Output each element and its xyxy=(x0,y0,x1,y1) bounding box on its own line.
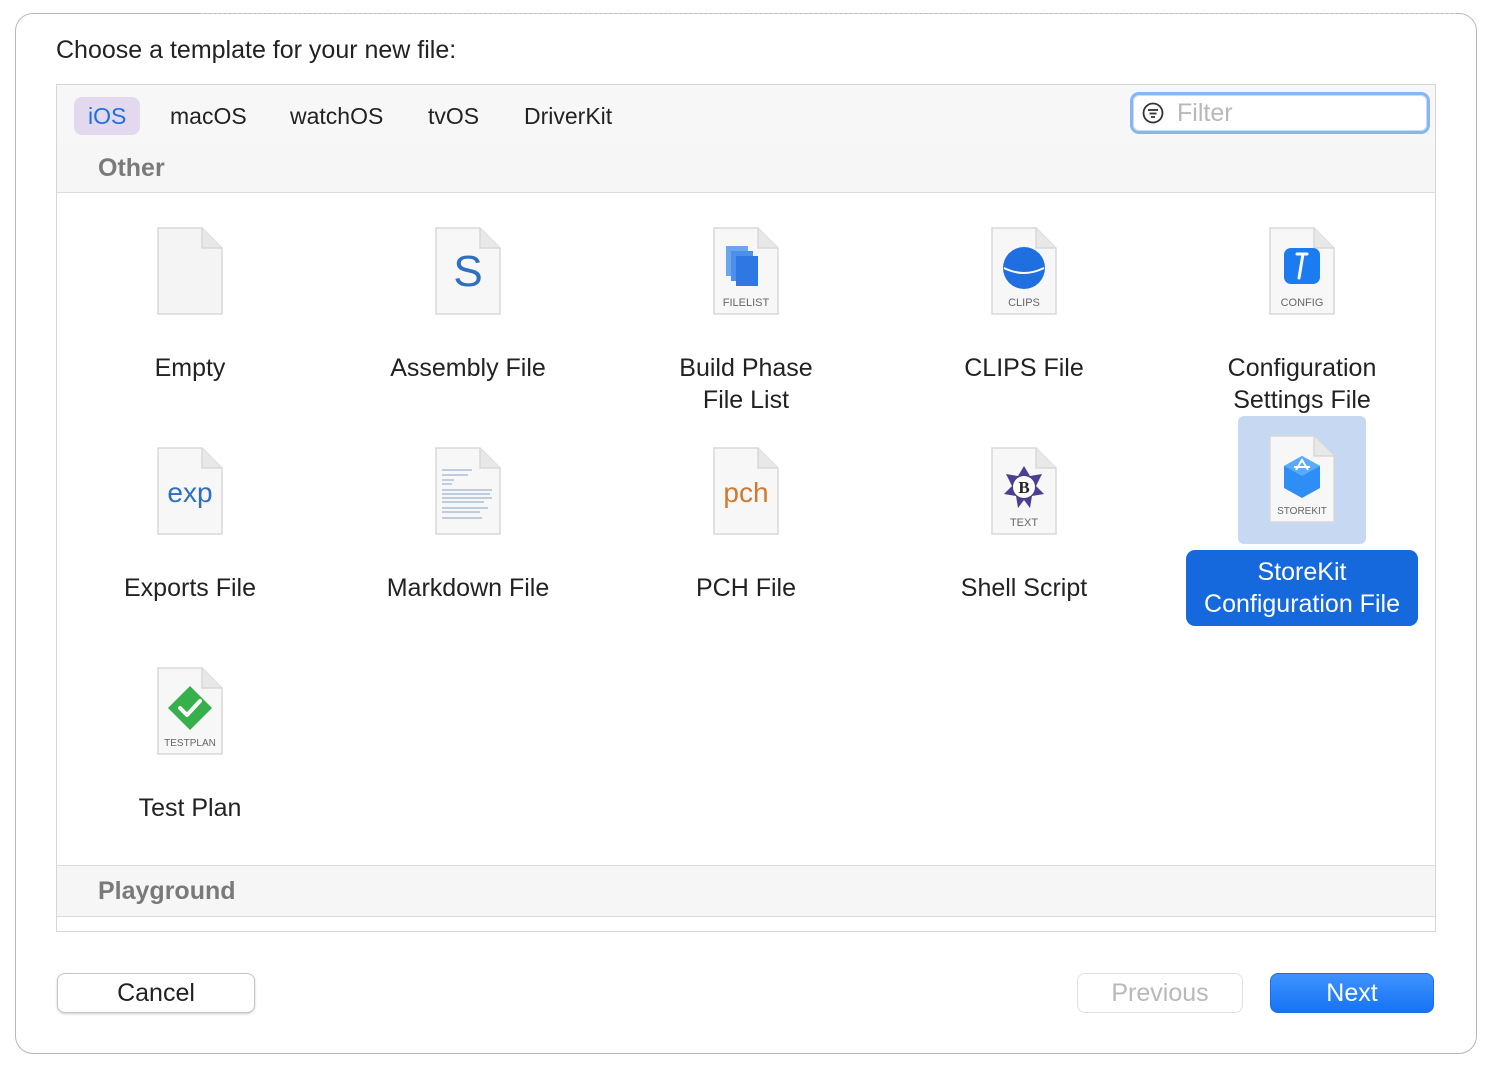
template-label: Markdown File xyxy=(386,574,550,602)
svg-text:CONFIG: CONFIG xyxy=(1281,297,1324,309)
template-label-selected: StoreKit Configuration File xyxy=(1186,550,1418,626)
dialog-heading: Choose a template for your new file: xyxy=(56,36,457,64)
template-clips-file[interactable]: CLIPS CLIPS File xyxy=(894,208,1154,428)
tab-tvos[interactable]: tvOS xyxy=(414,97,493,135)
template-label: PCH File xyxy=(695,574,797,602)
platform-tab-bar: iOS macOS watchOS tvOS DriverKit Filter xyxy=(57,85,1435,144)
svg-text:S: S xyxy=(453,247,482,296)
template-label: Test Plan xyxy=(138,794,242,822)
svg-text:exp: exp xyxy=(167,477,212,508)
testplan-icon: TESTPLAN xyxy=(157,667,223,755)
svg-text:CLIPS: CLIPS xyxy=(1008,297,1040,309)
tab-driverkit[interactable]: DriverKit xyxy=(510,97,626,135)
template-empty[interactable]: Empty xyxy=(60,208,320,428)
svg-text:TESTPLAN: TESTPLAN xyxy=(164,738,216,749)
cancel-button[interactable]: Cancel xyxy=(57,973,255,1013)
shell-script-icon: B TEXT xyxy=(991,447,1057,535)
template-label: Shell Script xyxy=(960,574,1088,602)
template-label: CLIPS File xyxy=(964,354,1084,382)
tab-ios[interactable]: iOS xyxy=(74,97,141,135)
template-label: Configuration Settings File xyxy=(1227,354,1377,414)
template-assembly-file[interactable]: S Assembly File xyxy=(338,208,598,428)
assembly-file-icon: S xyxy=(435,227,501,315)
template-markdown-file[interactable]: Markdown File xyxy=(338,428,598,648)
template-label: Empty xyxy=(154,354,226,382)
selected-icon-highlight: STOREKIT xyxy=(1238,416,1366,544)
section-header-other: Other xyxy=(57,143,1435,193)
template-label: Build Phase File List xyxy=(679,354,813,414)
filter-placeholder: Filter xyxy=(1177,99,1233,127)
template-pch-file[interactable]: pch PCH File xyxy=(616,428,876,648)
svg-text:pch: pch xyxy=(723,477,768,508)
next-button[interactable]: Next xyxy=(1270,973,1434,1013)
filter-icon xyxy=(1142,102,1164,124)
markdown-file-icon xyxy=(435,447,501,535)
storekit-icon: STOREKIT xyxy=(1269,435,1335,523)
template-configuration-settings-file[interactable]: CONFIG Configuration Settings File xyxy=(1172,208,1432,428)
section-header-playground: Playground xyxy=(57,865,1435,917)
empty-file-icon xyxy=(157,227,223,315)
filelist-icon: FILELIST xyxy=(713,227,779,315)
pch-file-icon: pch xyxy=(713,447,779,535)
template-label: Exports File xyxy=(124,574,256,602)
template-label: Assembly File xyxy=(390,354,546,382)
tab-macos[interactable]: macOS xyxy=(156,97,261,135)
template-test-plan[interactable]: TESTPLAN Test Plan xyxy=(60,648,320,868)
template-panel: iOS macOS watchOS tvOS DriverKit Filter … xyxy=(56,84,1436,932)
template-storekit-configuration-file[interactable]: STOREKIT StoreKit Configuration File xyxy=(1172,416,1432,636)
exports-file-icon: exp xyxy=(157,447,223,535)
svg-text:STOREKIT: STOREKIT xyxy=(1277,506,1327,517)
template-build-phase-file-list[interactable]: FILELIST Build Phase File List xyxy=(616,208,876,428)
previous-button[interactable]: Previous xyxy=(1077,973,1243,1013)
config-icon: CONFIG xyxy=(1269,227,1335,315)
svg-text:FILELIST: FILELIST xyxy=(723,297,770,309)
svg-text:TEXT: TEXT xyxy=(1010,517,1038,529)
svg-text:B: B xyxy=(1018,478,1029,497)
section-title: Playground xyxy=(98,877,236,905)
template-shell-script[interactable]: B TEXT Shell Script xyxy=(894,428,1154,648)
section-title: Other xyxy=(98,154,165,182)
clips-icon: CLIPS xyxy=(991,227,1057,315)
tab-watchos[interactable]: watchOS xyxy=(276,97,397,135)
filter-field[interactable]: Filter xyxy=(1130,92,1430,134)
template-exports-file[interactable]: exp Exports File xyxy=(60,428,320,648)
